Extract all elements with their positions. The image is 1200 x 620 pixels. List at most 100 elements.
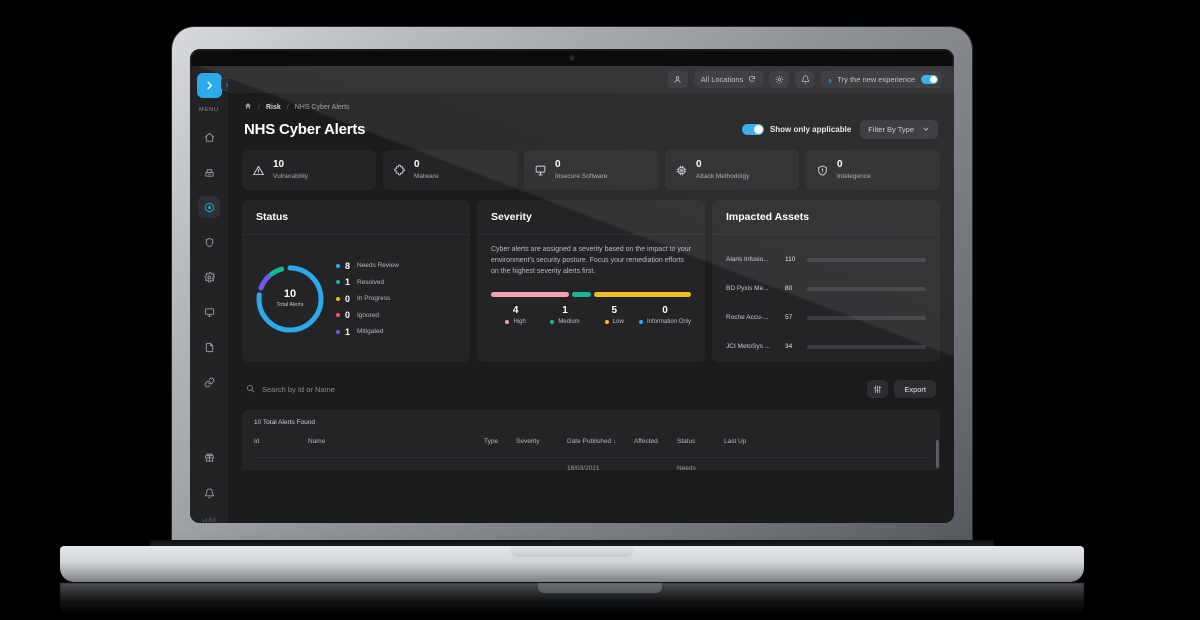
column-header-severity[interactable]: Severity bbox=[516, 438, 567, 445]
sidebar-item-security[interactable] bbox=[198, 231, 220, 253]
severity-dot bbox=[604, 319, 609, 324]
legend-value: 0 bbox=[345, 293, 351, 304]
legend-value: 1 bbox=[345, 326, 351, 337]
locations-label: All Locations bbox=[700, 75, 744, 84]
webcam-icon bbox=[569, 55, 575, 61]
breadcrumb-item-risk[interactable]: Risk bbox=[266, 104, 281, 111]
legend-value: 0 bbox=[345, 310, 351, 320]
legend-item[interactable]: 0 Ignored bbox=[336, 310, 399, 320]
cell-status: Needs bbox=[677, 465, 696, 470]
show-only-applicable-toggle[interactable] bbox=[741, 124, 764, 135]
notification-button[interactable] bbox=[795, 71, 816, 88]
column-header-date-published[interactable]: Date Published ↓ bbox=[567, 438, 634, 445]
severity-value: 0 bbox=[662, 304, 668, 316]
column-header-type[interactable]: Type bbox=[484, 438, 516, 445]
legend-value: 1 bbox=[345, 277, 351, 287]
asset-row[interactable]: Alaris Infusio... 110 bbox=[726, 245, 926, 274]
sidebar-nav bbox=[190, 126, 228, 393]
cell-date-published: 18/03/2021 bbox=[567, 465, 600, 470]
sidebar-item-integrations[interactable] bbox=[198, 371, 220, 393]
locations-selector[interactable]: All Locations bbox=[693, 71, 764, 88]
sidebar-item-monitor[interactable] bbox=[198, 301, 220, 323]
sidebar-item-risk[interactable] bbox=[198, 196, 220, 218]
severity-label: High bbox=[513, 318, 526, 325]
impacted-assets-panel: Impacted Assets Alaris Infusio... 110 BD… bbox=[712, 200, 940, 362]
sidebar-item-home[interactable] bbox=[198, 126, 220, 148]
try-new-experience-button[interactable]: › Try the new experience bbox=[821, 71, 942, 88]
severity-label-wrap: Information Only bbox=[638, 319, 691, 325]
stat-card-vulnerability[interactable]: 10 Vulnerability bbox=[242, 150, 376, 190]
legend-label: In Progress bbox=[357, 295, 391, 302]
breadcrumb-item-current: NHS Cyber Alerts bbox=[294, 103, 350, 111]
severity-panel-title: Severity bbox=[491, 211, 532, 223]
legend-item[interactable]: 1 Resolved bbox=[336, 277, 399, 287]
monitor-icon bbox=[534, 164, 547, 177]
legend-item[interactable]: 1 Mitigated bbox=[336, 327, 399, 337]
severity-panel: Severity Cyber alerts are assigned a sev… bbox=[477, 200, 705, 362]
try-new-experience-toggle[interactable] bbox=[921, 75, 938, 84]
legend-label: Mitigated bbox=[357, 328, 384, 335]
severity-stats: 4 High 1 Medium 5 Low 0 Information Only bbox=[491, 305, 691, 325]
severity-dot bbox=[505, 319, 510, 324]
settings-button[interactable] bbox=[769, 71, 790, 88]
severity-dot bbox=[550, 319, 555, 324]
stat-card-attack-methodology[interactable]: 0 Attack Methodolgy bbox=[665, 150, 799, 190]
filter-by-type-select[interactable]: Filter By Type bbox=[860, 120, 938, 139]
status-legend: 8 Needs Review 1 Resolved 0 In Progress … bbox=[336, 261, 399, 337]
stat-cards: 10 Vulnerability 0 Malware 0 Insecure So… bbox=[242, 150, 940, 190]
search-input[interactable]: Search by Id or Name bbox=[246, 380, 867, 398]
topbar: All Locations › Try the new experience bbox=[228, 66, 954, 93]
severity-stat-high: 4 High bbox=[491, 305, 540, 325]
stat-value: 0 bbox=[696, 159, 702, 171]
breadcrumb-separator-1: / bbox=[258, 103, 260, 111]
laptop-base-notch bbox=[510, 546, 634, 557]
severity-stat-information-only: 0 Information Only bbox=[638, 304, 691, 325]
sidebar-item-notifications[interactable] bbox=[198, 482, 220, 504]
asset-row[interactable]: BD Pyxis Me... 80 bbox=[726, 274, 926, 303]
application-window: » MENU bbox=[190, 66, 954, 523]
main-area: All Locations › Try the new experience /… bbox=[228, 66, 954, 523]
stat-card-insecure-software[interactable]: 0 Insecure Software bbox=[524, 150, 658, 190]
stat-card-intelligence[interactable]: 0 Intelegence bbox=[806, 150, 940, 190]
show-only-applicable-label: Show only applicable bbox=[769, 125, 852, 134]
severity-value: 5 bbox=[611, 304, 618, 316]
app-logo[interactable] bbox=[196, 73, 222, 98]
sidebar-item-whats-new[interactable] bbox=[198, 446, 220, 468]
severity-panel-body: Cyber alerts are assigned a severity bas… bbox=[477, 235, 705, 362]
laptop-screen: » MENU bbox=[190, 66, 954, 523]
column-header-affected[interactable]: Affected bbox=[634, 438, 677, 445]
show-only-applicable-control[interactable]: Show only applicable bbox=[741, 124, 852, 135]
severity-stat-low: 5 Low bbox=[590, 305, 639, 325]
sliders-icon[interactable] bbox=[867, 380, 889, 398]
column-header-status[interactable]: Status bbox=[677, 438, 724, 445]
legend-label: Resolved bbox=[357, 278, 385, 286]
sidebar-item-inventory[interactable] bbox=[198, 161, 220, 183]
search-toolbar: Search by Id or Name Export bbox=[242, 380, 940, 398]
stat-card-malware[interactable]: 0 Malware bbox=[383, 150, 517, 190]
column-header-last-updated[interactable]: Last Up bbox=[724, 438, 746, 445]
table-scrollbar[interactable] bbox=[935, 440, 939, 468]
sidebar-item-settings[interactable] bbox=[198, 266, 220, 288]
legend-item[interactable]: 8 Needs Review bbox=[336, 261, 399, 271]
asset-name: Roche Accu-... bbox=[726, 314, 769, 321]
export-button[interactable]: Export bbox=[894, 380, 936, 398]
legend-item[interactable]: 0 In Progress bbox=[336, 294, 399, 304]
impacted-assets-body: Alaris Infusio... 110 BD Pyxis Me... 80 bbox=[712, 235, 940, 362]
column-header-name[interactable]: Name bbox=[308, 438, 484, 445]
table-row[interactable]: 18/03/2021 Needs bbox=[254, 457, 928, 470]
column-header-id[interactable]: Id bbox=[254, 438, 308, 445]
stat-label: Insecure Software bbox=[555, 172, 608, 180]
account-button[interactable] bbox=[667, 71, 688, 88]
refresh-icon[interactable] bbox=[748, 75, 756, 85]
home-icon[interactable] bbox=[244, 102, 252, 112]
laptop-lid: » MENU bbox=[172, 27, 972, 551]
status-panel-body: 10 Total Alerts 8 Needs Review 1 Resolve… bbox=[242, 235, 470, 362]
severity-segment-high bbox=[491, 291, 569, 297]
asset-row[interactable]: Roche Accu-... 57 bbox=[726, 303, 926, 332]
asset-row[interactable]: JCI MetoSys ... 34 bbox=[726, 332, 926, 361]
sidebar-item-reports[interactable] bbox=[198, 336, 220, 358]
asset-value: 80 bbox=[785, 285, 793, 292]
alerts-table: 10 Total Alerts Found Id Name Type Sever… bbox=[242, 410, 940, 470]
status-donut-chart: 10 Total Alerts bbox=[254, 263, 326, 335]
search-icon bbox=[246, 380, 255, 398]
